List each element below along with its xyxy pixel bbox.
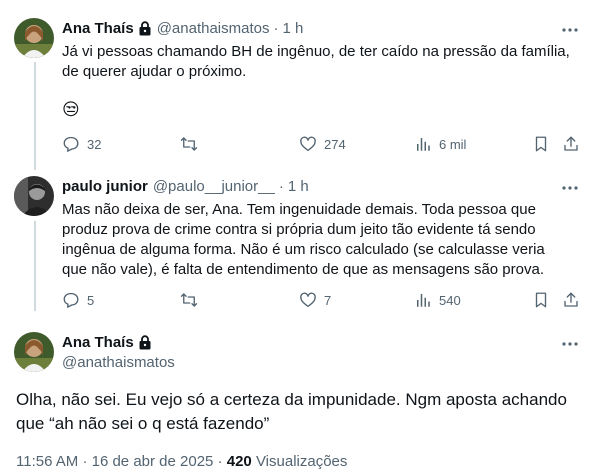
tweet-meta: 11:56 AM · 16 de abr de 2025 · 420 Visua… (16, 453, 347, 470)
share-button[interactable] (562, 135, 580, 153)
avatar[interactable] (14, 18, 54, 58)
tweet-text: Olha, não sei. Eu vejo só a certeza da i… (16, 390, 567, 433)
tweet-header: paulo junior @paulo__junior__ · 1 h (62, 178, 309, 195)
like-button[interactable]: 274 (299, 135, 414, 153)
retweet-icon (180, 291, 198, 309)
username[interactable]: @anathaismatos (157, 20, 270, 37)
views-button[interactable]: 540 (414, 291, 532, 309)
more-icon[interactable] (560, 334, 580, 354)
reply-button[interactable]: 5 (62, 291, 180, 309)
like-count: 7 (324, 292, 332, 308)
timestamp[interactable]: 11:56 AM (16, 453, 78, 470)
like-count: 274 (324, 136, 346, 152)
reply-count: 5 (87, 292, 95, 308)
retweet-button[interactable] (180, 291, 299, 309)
avatar[interactable] (14, 332, 54, 372)
lock-icon (138, 335, 152, 350)
tweet-header: Ana Thaís (62, 334, 152, 351)
bookmark-button[interactable] (532, 291, 562, 309)
timestamp[interactable]: 1 h (282, 20, 303, 37)
timestamp[interactable]: 1 h (288, 178, 309, 195)
display-name[interactable]: Ana Thaís (62, 334, 134, 351)
more-icon[interactable] (560, 20, 580, 40)
separator-dot: · (273, 20, 279, 37)
reply-icon (62, 291, 80, 309)
emoji: 😒 (62, 100, 80, 119)
tweet-text: Mas não deixa de ser, Ana. Tem ingenuida… (62, 201, 545, 278)
views-label: Visualizações (255, 453, 348, 470)
bookmark-icon (532, 135, 550, 153)
retweet-icon (180, 135, 198, 153)
separator-dot: · (278, 178, 284, 195)
more-icon[interactable] (560, 178, 580, 198)
username[interactable]: @paulo__junior__ (153, 178, 275, 195)
share-icon (562, 291, 580, 309)
tweet-actions: 5 7 540 (62, 290, 580, 310)
reply-button[interactable]: 32 (62, 135, 180, 153)
avatar[interactable] (14, 176, 54, 216)
views-icon (414, 291, 432, 309)
share-icon (562, 135, 580, 153)
thread-line (34, 62, 36, 170)
like-button[interactable]: 7 (299, 291, 414, 309)
bookmark-button[interactable] (532, 135, 562, 153)
display-name[interactable]: Ana Thaís (62, 20, 134, 37)
reply-icon (62, 135, 80, 153)
focused-username: @anathaismatos (62, 354, 175, 371)
views-count: 540 (439, 292, 461, 308)
tweet-actions: 32 274 6 mil (62, 134, 580, 154)
views-count: 6 mil (439, 136, 467, 152)
display-name[interactable]: paulo junior (62, 178, 148, 195)
separator-dot: · (82, 453, 92, 470)
lock-icon (138, 21, 152, 36)
reply-count: 32 (87, 136, 102, 152)
views-button[interactable]: 6 mil (414, 135, 532, 153)
views-count: 420 (226, 453, 252, 470)
separator-dot: · (217, 453, 227, 470)
date[interactable]: 16 de abr de 2025 (92, 453, 214, 470)
username[interactable]: @anathaismatos (62, 354, 175, 371)
tweet-text: Já vi pessoas chamando BH de ingênuo, de… (62, 43, 570, 80)
heart-icon (299, 291, 317, 309)
share-button[interactable] (562, 291, 580, 309)
heart-icon (299, 135, 317, 153)
views-icon (414, 135, 432, 153)
thread-line (34, 221, 36, 311)
bookmark-icon (532, 291, 550, 309)
tweet-header: Ana Thaís @anathaismatos · 1 h (62, 20, 303, 37)
retweet-button[interactable] (180, 135, 299, 153)
